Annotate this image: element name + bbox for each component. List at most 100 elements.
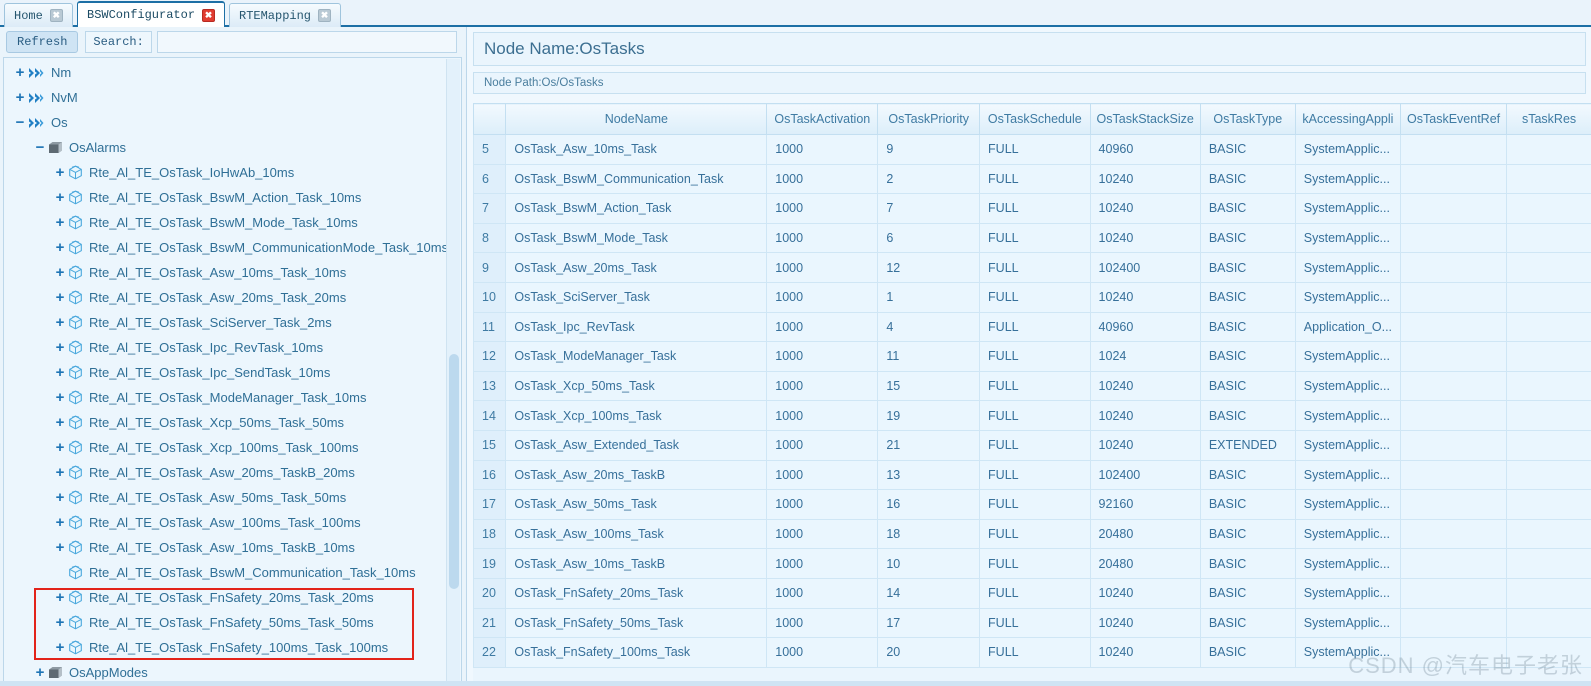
cell-NodeName[interactable]: OsTask_Asw_20ms_TaskB — [505, 459, 768, 491]
cell-OsTaskSchedule[interactable]: FULL — [979, 459, 1091, 491]
cell-sTaskRes[interactable] — [1506, 222, 1591, 254]
tree-item[interactable]: + Rte_Al_TE_OsTask_BswM_Mode_Task_10ms — [4, 210, 461, 235]
cell-OsTaskPriority[interactable]: 1 — [877, 281, 981, 313]
tree-item[interactable]: + Rte_Al_TE_OsTask_SciServer_Task_2ms — [4, 310, 461, 335]
table-row[interactable]: 15 OsTask_Asw_Extended_Task 1000 21 FULL 1024… — [473, 429, 1591, 461]
table-row[interactable]: 6 OsTask_BswM_Communication_Task 1000 2 FULL… — [473, 163, 1591, 195]
cell-OsTaskActivation[interactable]: 1000 — [766, 252, 879, 283]
cell-OsTaskStackSize[interactable]: 10240 — [1089, 577, 1201, 609]
cell-OsTaskPriority[interactable]: 19 — [877, 400, 981, 431]
tree-vertical-scrollbar[interactable] — [446, 59, 460, 683]
tree-expander[interactable]: + — [52, 190, 68, 205]
cell-OsTaskEventRef[interactable] — [1400, 637, 1508, 668]
cell-OsTaskType[interactable]: BASIC — [1199, 281, 1296, 313]
cell-OsTaskPriority[interactable]: 16 — [877, 489, 981, 520]
cell-kAccessingAppli[interactable]: SystemApplic... — [1294, 429, 1402, 461]
cell-OsTaskEventRef[interactable] — [1400, 489, 1508, 520]
cell-OsTaskType[interactable]: BASIC — [1199, 400, 1296, 431]
cell-OsTaskStackSize[interactable]: 10240 — [1089, 637, 1201, 668]
tree-item[interactable]: + Rte_Al_TE_OsTask_Ipc_RevTask_10ms — [4, 335, 461, 360]
cell-OsTaskEventRef[interactable] — [1400, 548, 1508, 579]
cell-sTaskRes[interactable] — [1506, 163, 1591, 195]
cell-OsTaskActivation[interactable]: 1000 — [766, 518, 879, 550]
cell-kAccessingAppli[interactable]: SystemApplic... — [1294, 459, 1402, 491]
column-header-NodeName[interactable]: NodeName — [505, 103, 768, 135]
cell-OsTaskEventRef[interactable] — [1400, 281, 1508, 313]
table-row[interactable]: 11 OsTask_Ipc_RevTask 1000 4 FULL 40960 BASIC A… — [473, 311, 1591, 343]
tree-item[interactable]: + Rte_Al_TE_OsTask_Xcp_50ms_Task_50ms — [4, 410, 461, 435]
column-header-OsTaskSchedule[interactable]: OsTaskSchedule — [979, 103, 1091, 135]
cell-OsTaskPriority[interactable]: 15 — [877, 370, 981, 402]
cell-OsTaskSchedule[interactable]: FULL — [979, 607, 1091, 639]
cell-NodeName[interactable]: OsTask_Ipc_RevTask — [505, 311, 768, 343]
column-header-OsTaskStackSize[interactable]: OsTaskStackSize — [1089, 103, 1201, 135]
tree-expander[interactable]: + — [52, 215, 68, 230]
cell-NodeName[interactable]: OsTask_Asw_100ms_Task — [505, 518, 768, 550]
tree-expander[interactable]: + — [52, 540, 68, 555]
cell-sTaskRes[interactable] — [1506, 193, 1591, 224]
cell-OsTaskStackSize[interactable]: 10240 — [1089, 163, 1201, 195]
cell-NodeName[interactable]: OsTask_BswM_Action_Task — [505, 193, 768, 224]
tree-item[interactable]: + Rte_Al_TE_OsTask_BswM_CommunicationMode… — [4, 235, 461, 260]
tree-expander[interactable]: + — [52, 465, 68, 480]
table-row[interactable]: 17 OsTask_Asw_50ms_Task 1000 16 FULL 92160 BAS… — [473, 489, 1591, 520]
cell-OsTaskSchedule[interactable]: FULL — [979, 341, 1091, 372]
table-row[interactable]: 8 OsTask_BswM_Mode_Task 1000 6 FULL 10240 BASI… — [473, 222, 1591, 254]
cell-OsTaskPriority[interactable]: 14 — [877, 577, 981, 609]
cell-OsTaskActivation[interactable]: 1000 — [766, 222, 879, 254]
close-icon[interactable]: ✖ — [202, 8, 216, 22]
cell-OsTaskActivation[interactable]: 1000 — [766, 637, 879, 668]
cell-kAccessingAppli[interactable]: SystemApplic... — [1294, 637, 1402, 668]
cell-OsTaskType[interactable]: BASIC — [1199, 341, 1296, 372]
cell-NodeName[interactable]: OsTask_Asw_50ms_Task — [505, 489, 768, 520]
cell-OsTaskActivation[interactable]: 1000 — [766, 548, 879, 579]
cell-OsTaskStackSize[interactable]: 10240 — [1089, 193, 1201, 224]
cell-OsTaskStackSize[interactable]: 10240 — [1089, 222, 1201, 254]
column-header-OsTaskType[interactable]: OsTaskType — [1199, 103, 1296, 135]
cell-OsTaskType[interactable]: BASIC — [1199, 370, 1296, 402]
cell-OsTaskActivation[interactable]: 1000 — [766, 341, 879, 372]
cell-kAccessingAppli[interactable]: SystemApplic... — [1294, 577, 1402, 609]
cell-kAccessingAppli[interactable]: SystemApplic... — [1294, 489, 1402, 520]
cell-OsTaskEventRef[interactable] — [1400, 370, 1508, 402]
column-header-OsTaskPriority[interactable]: OsTaskPriority — [877, 103, 981, 135]
cell-sTaskRes[interactable] — [1506, 459, 1591, 491]
cell-OsTaskActivation[interactable]: 1000 — [766, 489, 879, 520]
cell-OsTaskStackSize[interactable]: 10240 — [1089, 281, 1201, 313]
table-row[interactable]: 13 OsTask_Xcp_50ms_Task 1000 15 FULL 10240 BAS… — [473, 370, 1591, 402]
table-row[interactable]: 7 OsTask_BswM_Action_Task 1000 7 FULL 10240 BA… — [473, 193, 1591, 224]
cell-OsTaskPriority[interactable]: 17 — [877, 607, 981, 639]
cell-OsTaskPriority[interactable]: 13 — [877, 459, 981, 491]
cell-kAccessingAppli[interactable]: SystemApplic... — [1294, 193, 1402, 224]
cell-OsTaskPriority[interactable]: 6 — [877, 222, 981, 254]
cell-OsTaskSchedule[interactable]: FULL — [979, 311, 1091, 343]
cell-NodeName[interactable]: OsTask_SciServer_Task — [505, 281, 768, 313]
cell-OsTaskSchedule[interactable]: FULL — [979, 134, 1091, 165]
cell-OsTaskEventRef[interactable] — [1400, 518, 1508, 550]
cell-OsTaskType[interactable]: BASIC — [1199, 193, 1296, 224]
cell-OsTaskSchedule[interactable]: FULL — [979, 518, 1091, 550]
close-icon[interactable]: ✖ — [49, 9, 63, 22]
tree-expander[interactable]: + — [52, 240, 68, 255]
cell-OsTaskEventRef[interactable] — [1400, 341, 1508, 372]
cell-OsTaskSchedule[interactable]: FULL — [979, 193, 1091, 224]
cell-OsTaskSchedule[interactable]: FULL — [979, 637, 1091, 668]
tree-item[interactable]: − Os — [4, 110, 461, 135]
column-header-sTaskRes[interactable]: sTaskRes — [1506, 103, 1591, 135]
column-header[interactable] — [473, 103, 507, 135]
cell-OsTaskType[interactable]: BASIC — [1199, 548, 1296, 579]
table-row[interactable]: 16 OsTask_Asw_20ms_TaskB 1000 13 FULL 102400 B… — [473, 459, 1591, 491]
refresh-button[interactable]: Refresh — [6, 30, 79, 53]
cell-OsTaskPriority[interactable]: 12 — [877, 252, 981, 283]
tree-item[interactable]: − OsAlarms — [4, 135, 461, 160]
cell-OsTaskType[interactable]: BASIC — [1199, 489, 1296, 520]
column-header-OsTaskActivation[interactable]: OsTaskActivation — [766, 103, 879, 135]
table-row[interactable]: 10 OsTask_SciServer_Task 1000 1 FULL 10240 BAS… — [473, 281, 1591, 313]
cell-OsTaskType[interactable]: BASIC — [1199, 637, 1296, 668]
tab-bswconfigurator[interactable]: BSWConfigurator ✖ — [77, 1, 226, 27]
cell-OsTaskActivation[interactable]: 1000 — [766, 370, 879, 402]
cell-OsTaskStackSize[interactable]: 10240 — [1089, 429, 1201, 461]
tree-item[interactable]: + Rte_Al_TE_OsTask_FnSafety_50ms_Task_50m… — [4, 610, 461, 635]
cell-sTaskRes[interactable] — [1506, 341, 1591, 372]
table-row[interactable]: 21 OsTask_FnSafety_50ms_Task 1000 17 FULL 102… — [473, 607, 1591, 639]
